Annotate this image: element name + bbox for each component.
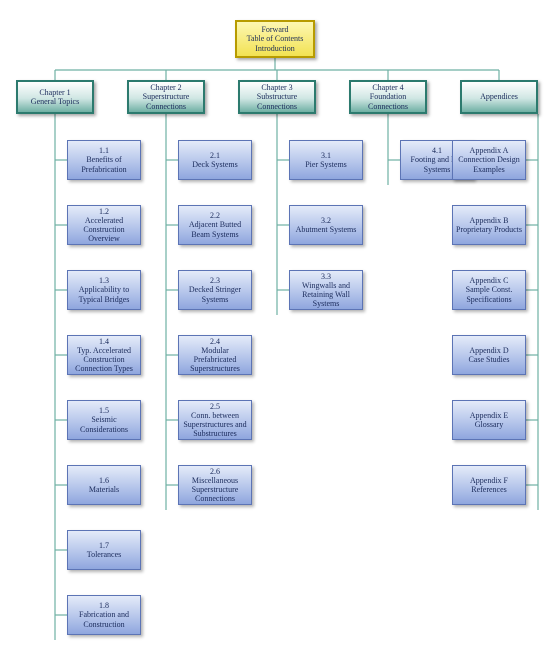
section-1-4[interactable]: 1.4 Typ. Accelerated Construction Connec…	[67, 335, 141, 375]
section-number: Appendix F	[470, 476, 508, 485]
chapter-label: Chapter 2	[150, 83, 181, 92]
section-2-1[interactable]: 2.1 Deck Systems	[178, 140, 252, 180]
section-number: 2.2	[210, 211, 220, 220]
section-1-1[interactable]: 1.1 Benefits of Prefabrication	[67, 140, 141, 180]
section-title: Deck Systems	[192, 160, 238, 169]
section-number: 2.3	[210, 276, 220, 285]
section-number: 2.1	[210, 151, 220, 160]
chapter-label: Foundation	[370, 92, 406, 101]
org-chart-canvas: Forward Table of Contents Introduction C…	[0, 0, 550, 666]
chapter-4-node[interactable]: Chapter 4 Foundation Connections	[349, 80, 427, 114]
section-1-2[interactable]: 1.2 Accelerated Construction Overview	[67, 205, 141, 245]
section-title: References	[471, 485, 507, 494]
chapter-label: Chapter 3	[261, 83, 292, 92]
chapter-2-node[interactable]: Chapter 2 Superstructure Connections	[127, 80, 205, 114]
section-title: Adjacent Butted Beam Systems	[182, 220, 248, 238]
section-number: Appendix E	[470, 411, 508, 420]
section-number: 1.2	[99, 207, 109, 216]
section-number: Appendix C	[470, 276, 509, 285]
section-1-7[interactable]: 1.7 Tolerances	[67, 530, 141, 570]
section-title: Fabrication and Construction	[71, 610, 137, 628]
chapter-label: Connections	[146, 102, 186, 111]
section-3-1[interactable]: 3.1 Pier Systems	[289, 140, 363, 180]
section-number: 2.5	[210, 402, 220, 411]
section-number: 3.2	[321, 216, 331, 225]
section-2-2[interactable]: 2.2 Adjacent Butted Beam Systems	[178, 205, 252, 245]
section-title: Materials	[89, 485, 119, 494]
chapter-label: Connections	[368, 102, 408, 111]
appendix-a[interactable]: Appendix A Connection Design Examples	[452, 140, 526, 180]
appendix-d[interactable]: Appendix D Case Studies	[452, 335, 526, 375]
section-number: Appendix A	[470, 146, 509, 155]
section-number: 4.1	[432, 146, 442, 155]
section-number: 1.4	[99, 337, 109, 346]
section-number: 2.4	[210, 337, 220, 346]
section-number: Appendix D	[469, 346, 508, 355]
section-title: Tolerances	[87, 550, 122, 559]
section-title: Sample Const. Specifications	[456, 285, 522, 303]
section-1-6[interactable]: 1.6 Materials	[67, 465, 141, 505]
chapter-label: Chapter 1	[39, 88, 70, 97]
appendix-b[interactable]: Appendix B Proprietary Products	[452, 205, 526, 245]
appendix-e[interactable]: Appendix E Glossary	[452, 400, 526, 440]
section-number: 3.1	[321, 151, 331, 160]
section-title: Glossary	[475, 420, 503, 429]
section-3-3[interactable]: 3.3 Wingwalls and Retaining Wall Systems	[289, 270, 363, 310]
section-2-6[interactable]: 2.6 Miscellaneous Superstructure Connect…	[178, 465, 252, 505]
section-number: 1.1	[99, 146, 109, 155]
chapter-1-node[interactable]: Chapter 1 General Topics	[16, 80, 94, 114]
root-line3: Introduction	[255, 44, 295, 53]
section-number: Appendix B	[470, 216, 509, 225]
root-line1: Forward	[261, 25, 288, 34]
section-3-2[interactable]: 3.2 Abutment Systems	[289, 205, 363, 245]
section-number: 1.5	[99, 406, 109, 415]
section-number: 2.6	[210, 467, 220, 476]
section-title: Decked Stringer Systems	[182, 285, 248, 303]
section-title: Miscellaneous Superstructure Connections	[182, 476, 248, 504]
root-line2: Table of Contents	[247, 34, 304, 43]
section-title: Accelerated Construction Overview	[71, 216, 137, 244]
section-title: Seismic Considerations	[71, 415, 137, 433]
section-2-4[interactable]: 2.4 Modular Prefabricated Superstructure…	[178, 335, 252, 375]
section-2-3[interactable]: 2.3 Decked Stringer Systems	[178, 270, 252, 310]
chapter-label: Substructure	[257, 92, 297, 101]
section-title: Wingwalls and Retaining Wall Systems	[293, 281, 359, 309]
appendices-node[interactable]: Appendices	[460, 80, 538, 114]
section-1-5[interactable]: 1.5 Seismic Considerations	[67, 400, 141, 440]
section-title: Applicability to Typical Bridges	[71, 285, 137, 303]
section-2-5[interactable]: 2.5 Conn. between Superstructures and Su…	[178, 400, 252, 440]
section-number: 1.7	[99, 541, 109, 550]
section-title: Abutment Systems	[296, 225, 357, 234]
section-title: Proprietary Products	[456, 225, 522, 234]
chapter-label: Connections	[257, 102, 297, 111]
section-title: Connection Design Examples	[456, 155, 522, 173]
section-title: Benefits of Prefabrication	[71, 155, 137, 173]
section-title: Modular Prefabricated Superstructures	[182, 346, 248, 374]
section-1-3[interactable]: 1.3 Applicability to Typical Bridges	[67, 270, 141, 310]
section-number: 3.3	[321, 272, 331, 281]
section-number: 1.8	[99, 601, 109, 610]
root-node[interactable]: Forward Table of Contents Introduction	[235, 20, 315, 58]
section-title: Pier Systems	[305, 160, 347, 169]
section-title: Case Studies	[468, 355, 509, 364]
appendix-c[interactable]: Appendix C Sample Const. Specifications	[452, 270, 526, 310]
chapter-label: Superstructure	[143, 92, 190, 101]
section-title: Conn. between Superstructures and Substr…	[182, 411, 248, 439]
chapter-label: Chapter 4	[372, 83, 403, 92]
section-number: 1.3	[99, 276, 109, 285]
appendix-f[interactable]: Appendix F References	[452, 465, 526, 505]
section-title: Typ. Accelerated Construction Connection…	[71, 346, 137, 374]
chapter-3-node[interactable]: Chapter 3 Substructure Connections	[238, 80, 316, 114]
chapter-label: General Topics	[31, 97, 79, 106]
section-number: 1.6	[99, 476, 109, 485]
section-1-8[interactable]: 1.8 Fabrication and Construction	[67, 595, 141, 635]
chapter-label: Appendices	[480, 92, 518, 101]
